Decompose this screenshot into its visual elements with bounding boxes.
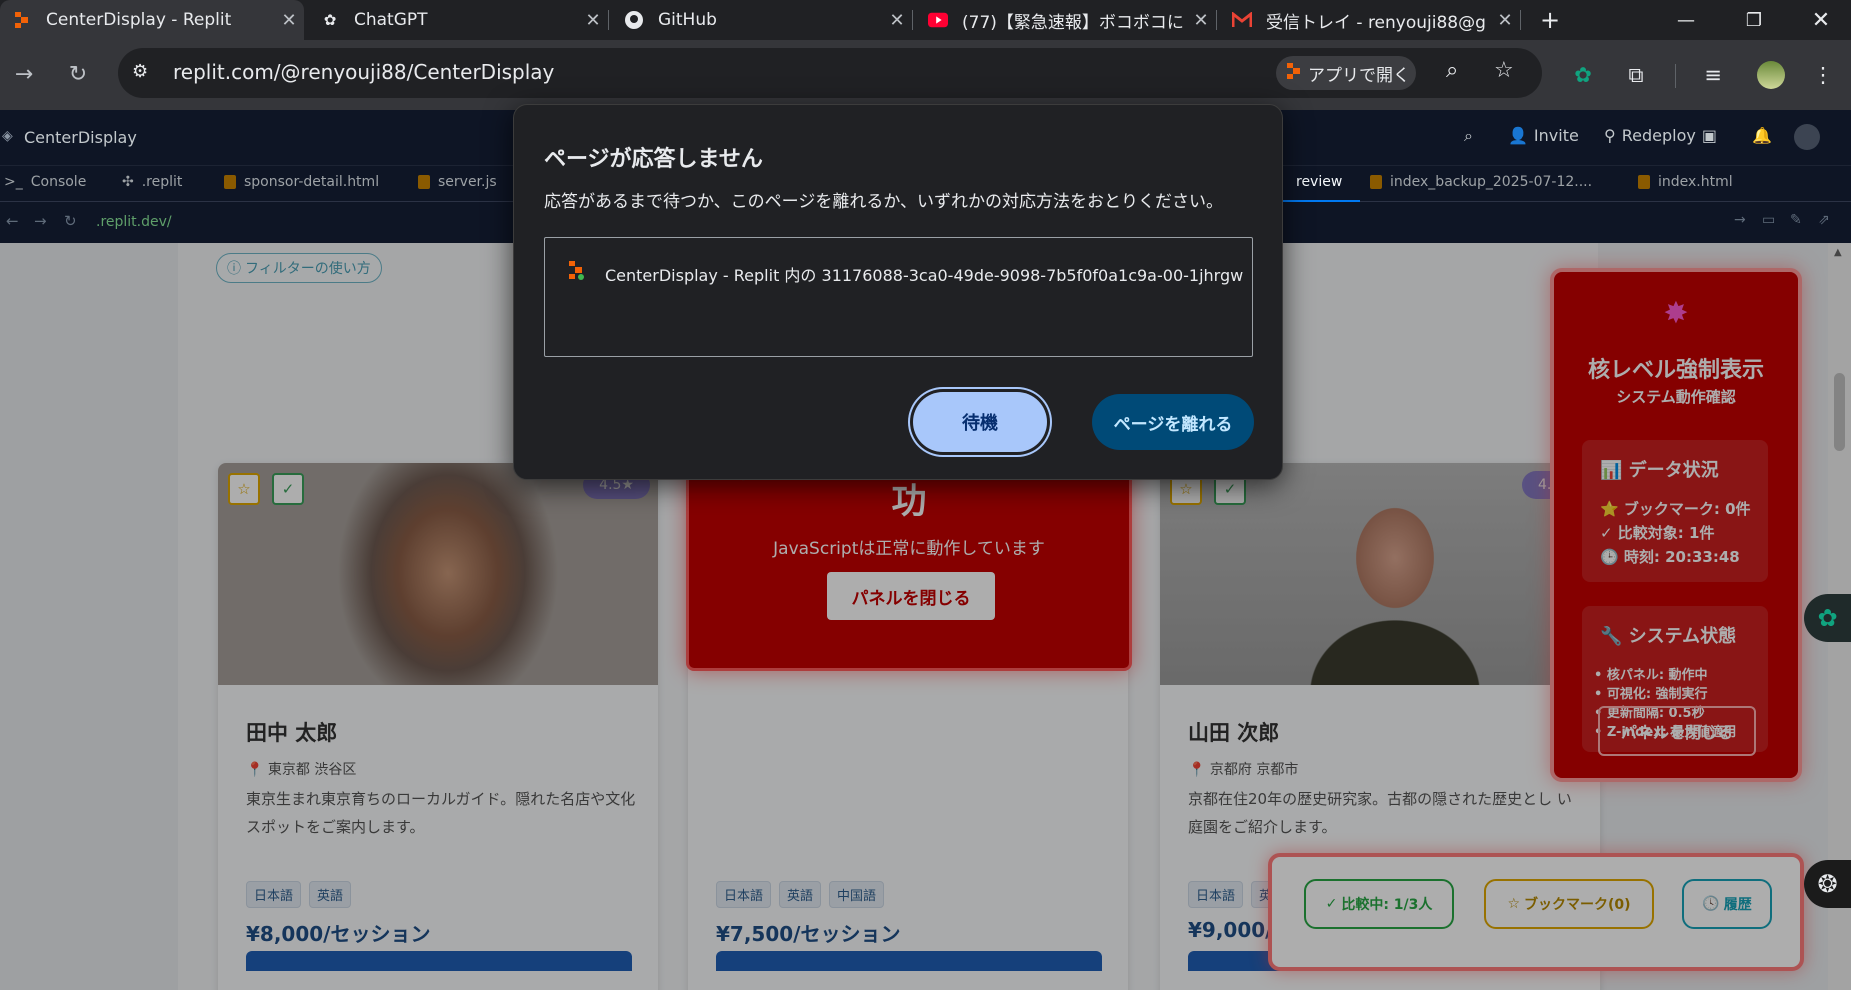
dialog-message: 応答があるまで待つか、このページを離れるか、いずれかの対応方法をおとりください。	[544, 192, 1223, 212]
reload-button[interactable]: ↻	[58, 54, 98, 94]
config-icon: ✣	[122, 174, 134, 190]
dialog-title: ページが応答しません	[544, 147, 763, 172]
chatgpt-float-icon[interactable]: ❂	[1804, 860, 1851, 908]
replit-icon	[12, 10, 32, 30]
back-icon[interactable]: ←	[6, 212, 19, 230]
wrench-icon[interactable]: ✎	[1790, 212, 1802, 228]
tab-title: (77)【緊急速報】ボコボコに	[962, 12, 1184, 33]
invite-label: Invite	[1533, 126, 1579, 145]
refresh-icon[interactable]: ↻	[64, 212, 77, 230]
url-text[interactable]: replit.com/@renyouji88/CenterDisplay	[173, 60, 554, 84]
user-avatar[interactable]	[1794, 124, 1820, 150]
file-tab-sponsor-detail[interactable]: sponsor-detail.html	[224, 174, 379, 190]
zoom-icon[interactable]: ⌕	[1446, 58, 1458, 83]
menu-icon[interactable]: ⋮	[1806, 58, 1840, 92]
close-tab-icon[interactable]: ✕	[882, 10, 912, 31]
unresponsive-page-list: CenterDisplay - Replit 内の 31176088-3ca0-…	[544, 237, 1253, 357]
chatgpt-extension-icon[interactable]: ✿	[1566, 58, 1600, 92]
file-tab-index[interactable]: index.html	[1638, 174, 1733, 190]
close-tab-icon[interactable]: ✕	[274, 10, 304, 31]
open-in-app-button[interactable]: アプリで開く	[1276, 56, 1416, 90]
youtube-icon	[928, 10, 948, 30]
unresponsive-page-item: CenterDisplay - Replit 内の 31176088-3ca0-…	[605, 266, 1244, 285]
tab-separator	[1520, 10, 1521, 30]
bookmark-star-icon[interactable]: ☆	[1494, 58, 1514, 83]
tab-github[interactable]: GitHub ✕	[612, 0, 912, 40]
html-file-icon	[1370, 175, 1382, 189]
project-name[interactable]: CenterDisplay	[24, 128, 137, 147]
close-tab-icon[interactable]: ✕	[1490, 10, 1520, 31]
gmail-icon	[1232, 10, 1252, 30]
wait-button[interactable]: 待機	[913, 392, 1047, 452]
browser-toolbar: → ↻ ⚙ replit.com/@renyouji88/CenterDispl…	[0, 40, 1851, 110]
open-in-app-label: アプリで開く	[1308, 65, 1410, 86]
js-file-icon	[418, 175, 430, 189]
layers-icon: ▣	[1701, 126, 1717, 145]
minimize-button[interactable]: —	[1656, 0, 1716, 40]
devtools-arrow-icon[interactable]: →	[1734, 212, 1746, 228]
tab-title: GitHub	[658, 10, 717, 30]
tab-separator	[608, 10, 609, 30]
html-file-icon	[1638, 175, 1650, 189]
file-tab-replit[interactable]: ✣ .replit	[122, 174, 182, 190]
github-icon	[624, 10, 644, 30]
close-window-button[interactable]: ✕	[1791, 0, 1851, 40]
chatgpt-icon: ✿	[323, 11, 337, 29]
invite-button[interactable]: 👤 Invite	[1508, 126, 1579, 145]
webview-url[interactable]: .replit.dev/	[96, 214, 172, 230]
add-user-icon: 👤	[1508, 126, 1528, 145]
tab-title: ChatGPT	[354, 10, 428, 30]
redeploy-button[interactable]: ⚲ Redeploy ▣	[1604, 126, 1717, 145]
chatgpt-float-icon[interactable]: ✿	[1804, 594, 1851, 642]
redeploy-label: Redeploy	[1621, 126, 1696, 145]
file-tab-server[interactable]: server.js	[418, 174, 497, 190]
restore-button[interactable]: ❐	[1724, 0, 1784, 40]
toolbar-separator	[1675, 64, 1676, 88]
forward-button[interactable]: →	[4, 54, 44, 94]
replit-logo-icon[interactable]: ◈	[2, 128, 13, 144]
tab-separator	[1216, 10, 1217, 30]
notification-bell-icon[interactable]: 🔔	[1752, 126, 1772, 145]
leave-page-button[interactable]: ページを離れる	[1092, 394, 1254, 450]
close-tab-icon[interactable]: ✕	[1186, 10, 1216, 31]
tab-youtube[interactable]: (77)【緊急速報】ボコボコに ✕	[916, 0, 1216, 40]
tab-separator	[912, 10, 913, 30]
tab-title: 受信トレイ - renyouji88@g	[1266, 12, 1486, 33]
site-info-icon[interactable]: ⚙	[132, 61, 148, 82]
tab-gmail[interactable]: 受信トレイ - renyouji88@g ✕	[1220, 0, 1520, 40]
replit-icon	[567, 260, 587, 282]
address-bar[interactable]: ⚙ replit.com/@renyouji88/CenterDisplay ア…	[118, 48, 1542, 98]
file-tab-index-backup[interactable]: index_backup_2025-07-12....	[1370, 174, 1592, 190]
tab-replit[interactable]: CenterDisplay - Replit ✕	[0, 0, 304, 40]
extensions-icon[interactable]: ⧉	[1619, 58, 1653, 92]
profile-avatar[interactable]	[1754, 58, 1788, 92]
file-tab-console[interactable]: >_ Console	[4, 174, 86, 190]
tab-title: CenterDisplay - Replit	[46, 10, 232, 30]
device-icon[interactable]: ▭	[1762, 212, 1775, 228]
forward-icon[interactable]: →	[34, 212, 47, 230]
html-file-icon	[224, 175, 236, 189]
close-tab-icon[interactable]: ✕	[578, 10, 608, 31]
media-control-icon[interactable]: ≡	[1696, 58, 1730, 92]
replit-icon	[1286, 62, 1302, 85]
new-tab-button[interactable]: +	[1522, 0, 1578, 40]
file-tab-review[interactable]: review	[1296, 174, 1342, 190]
terminal-icon: >_	[4, 174, 23, 190]
search-icon[interactable]: ⌕	[1464, 126, 1473, 146]
open-external-icon[interactable]: ⇗	[1818, 212, 1830, 228]
tab-chatgpt[interactable]: ✿ ChatGPT ✕	[308, 0, 608, 40]
browser-tab-strip: CenterDisplay - Replit ✕ ✿ ChatGPT ✕ Git…	[0, 0, 1851, 40]
page-unresponsive-dialog: ページが応答しません 応答があるまで待つか、このページを離れるか、いずれかの対応…	[513, 104, 1283, 480]
deploy-icon: ⚲	[1604, 126, 1616, 145]
